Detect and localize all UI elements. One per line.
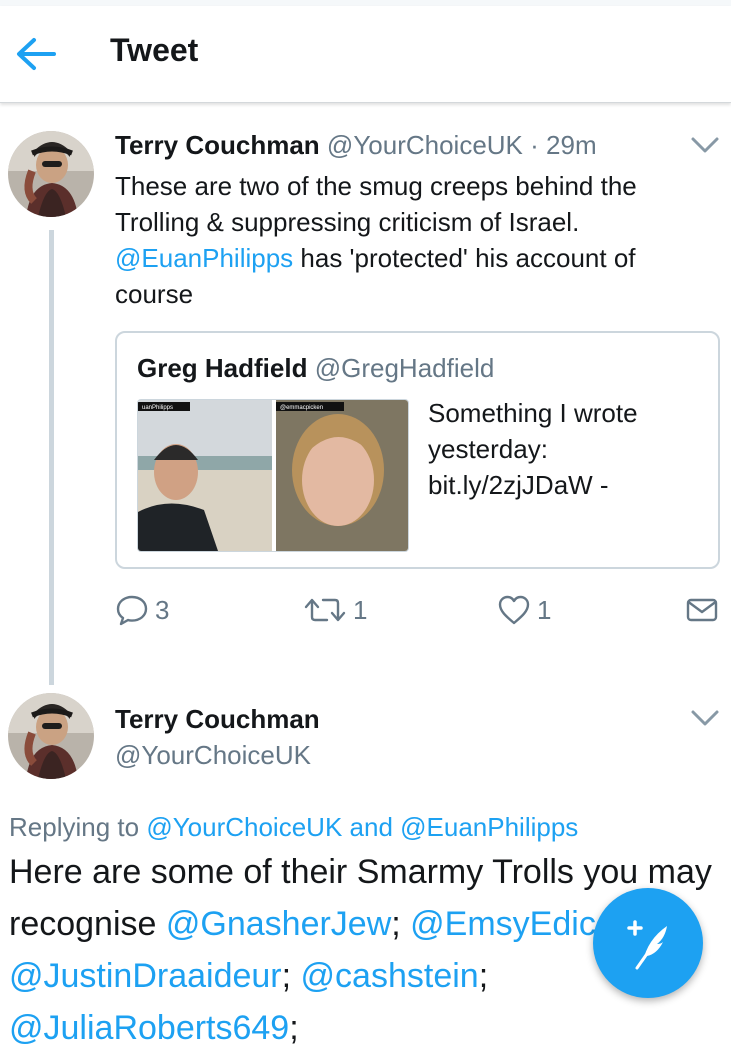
separator: ; — [289, 1009, 299, 1047]
retweet-count: 1 — [353, 594, 368, 625]
tweet-actions: 3 1 1 — [115, 590, 721, 630]
retweet-icon — [304, 598, 346, 622]
mention-link[interactable]: @YourChoiceUK — [146, 812, 342, 842]
tweet-text: These are two of the smug creeps behind … — [115, 168, 715, 312]
mention-link[interactable]: @JuliaRoberts649 — [9, 1009, 289, 1047]
author-handle[interactable]: @YourChoiceUK — [115, 740, 311, 771]
separator-dot: · — [530, 130, 539, 160]
compose-tweet-button[interactable] — [593, 888, 703, 998]
reply-icon — [116, 595, 148, 626]
back-button[interactable] — [14, 36, 58, 72]
reply-count: 3 — [155, 594, 170, 625]
tweet-menu-button[interactable] — [690, 707, 720, 729]
separator: ; — [478, 957, 489, 995]
author-name[interactable]: Terry Couchman — [115, 704, 320, 735]
envelope-icon — [686, 598, 718, 622]
replying-prefix: Replying to — [9, 812, 147, 842]
reply-button[interactable]: 3 — [115, 590, 169, 630]
timestamp[interactable]: 29m — [546, 130, 597, 160]
tweet-header: Terry Couchman @YourChoiceUK · 29m — [115, 130, 597, 161]
arrow-left-icon — [17, 38, 56, 70]
chevron-down-icon — [691, 137, 719, 153]
heart-icon — [498, 595, 530, 625]
replying-to: Replying to @YourChoiceUK and @EuanPhili… — [9, 812, 578, 843]
mention-link[interactable]: @JustinDraaideur — [9, 957, 282, 995]
mention-link[interactable]: @GnasherJew — [166, 905, 391, 943]
direct-message-button[interactable] — [685, 590, 719, 630]
compose-quill-icon — [627, 920, 667, 970]
avatar[interactable] — [8, 131, 94, 217]
quoted-tweet-text: Something I wrote yesterday: bit.ly/2zjJ… — [428, 398, 638, 500]
chevron-down-icon — [691, 710, 719, 726]
author-name[interactable]: Terry Couchman — [115, 130, 320, 160]
avatar[interactable] — [8, 693, 94, 779]
quoted-tweet-header: Greg Hadfield @GregHadfield — [137, 353, 494, 384]
mention-link[interactable]: @EuanPhilipps — [115, 243, 293, 273]
retweet-button[interactable]: 1 — [303, 590, 367, 630]
top-bar: Tweet — [0, 6, 731, 103]
quoted-tweet[interactable]: Greg Hadfield @GregHadfield uanPhilipps … — [115, 331, 720, 569]
replying-and: and — [342, 812, 401, 842]
like-button[interactable]: 1 — [497, 590, 551, 630]
quoted-author-handle: @GregHadfield — [314, 353, 495, 383]
page-title: Tweet — [110, 32, 199, 68]
quoted-image[interactable]: uanPhilipps @emmacpicken — [137, 399, 409, 552]
image-caption-left: uanPhilipps — [142, 405, 173, 411]
tweet-menu-button[interactable] — [690, 134, 720, 156]
thread-line — [49, 230, 54, 685]
tweet-text-part: These are two of the smug creeps behind … — [115, 171, 637, 237]
author-handle[interactable]: @YourChoiceUK — [327, 130, 523, 160]
like-count: 1 — [537, 594, 552, 625]
image-caption-right: @emmacpicken — [280, 405, 323, 411]
mention-link[interactable]: @EuanPhilipps — [400, 812, 578, 842]
quoted-author-name: Greg Hadfield — [137, 353, 308, 383]
mention-link[interactable]: @cashstein — [301, 957, 479, 995]
separator: ; — [391, 905, 411, 943]
separator: ; — [281, 957, 301, 995]
